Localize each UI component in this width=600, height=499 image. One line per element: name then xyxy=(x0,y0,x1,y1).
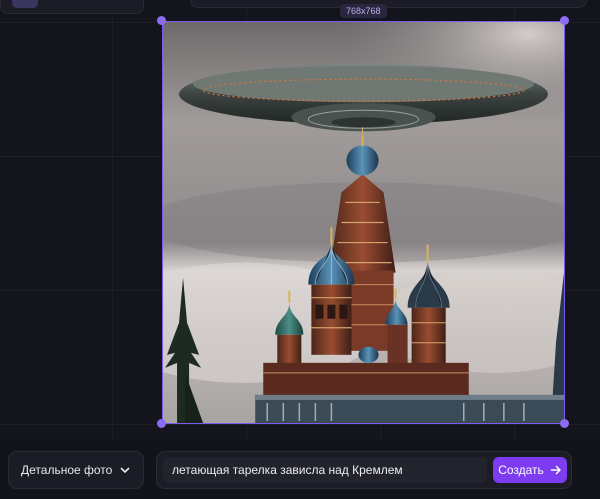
generated-image-frame[interactable] xyxy=(162,21,565,424)
prompt-input[interactable] xyxy=(163,457,487,483)
image-size-badge: 768x768 xyxy=(340,4,387,18)
arrow-right-icon xyxy=(550,465,561,475)
resize-handle-top-right[interactable] xyxy=(560,16,569,25)
resize-handle-top-left[interactable] xyxy=(157,16,166,25)
prompt-bar: Создать xyxy=(156,451,572,489)
create-button-label: Создать xyxy=(498,463,544,477)
generated-image xyxy=(163,22,564,423)
style-select[interactable]: Детальное фото xyxy=(8,451,144,489)
resize-handle-bottom-left[interactable] xyxy=(157,419,166,428)
resize-handle-bottom-right[interactable] xyxy=(560,419,569,428)
style-select-value: Детальное фото xyxy=(21,463,113,477)
top-toolbar xyxy=(190,0,587,8)
chevron-down-icon xyxy=(120,467,130,473)
create-button[interactable]: Создать xyxy=(493,457,567,483)
top-left-button[interactable] xyxy=(12,0,38,8)
